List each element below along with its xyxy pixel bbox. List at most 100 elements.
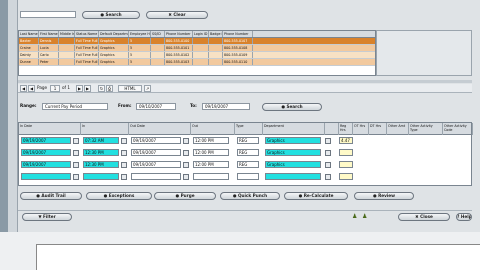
- employee-col-header[interactable]: Status Name: [75, 31, 99, 37]
- filter-button[interactable]: ▼ Filter: [22, 213, 72, 221]
- department-input[interactable]: Graphics: [265, 149, 321, 156]
- in-date-input[interactable]: 09/19/2007: [21, 149, 71, 156]
- export-format-select[interactable]: HTML: [118, 85, 142, 92]
- in-date-input[interactable]: 09/19/2007: [21, 137, 71, 144]
- in-time-input[interactable]: 07:32 AM: [83, 137, 119, 144]
- quick-punch-button[interactable]: ● Quick Punch: [220, 192, 280, 200]
- in-time-input[interactable]: 12:30 PM: [83, 149, 119, 156]
- prev-page-button[interactable]: ◀: [28, 85, 35, 92]
- in-time-input[interactable]: 12:30 PM: [83, 161, 119, 168]
- employee-cell: 5: [129, 59, 151, 65]
- review-button[interactable]: ● Review: [354, 192, 414, 200]
- out-date-input[interactable]: 09/19/2007: [131, 149, 181, 156]
- punch-col-header[interactable]: Other Amt: [387, 123, 409, 135]
- employee-cell: 800-555-0102: [165, 52, 193, 58]
- filter-search-button[interactable]: ● Search: [262, 103, 322, 111]
- out-time-input[interactable]: 12:00 PM: [193, 149, 229, 156]
- in-date-input[interactable]: 09/19/2007: [21, 161, 71, 168]
- punch-col-header[interactable]: Other Activity Type: [409, 123, 443, 135]
- punch-type-select[interactable]: REG: [237, 149, 259, 156]
- employee-row[interactable]: CraineLucia Full Time Full TimeGraphics5 8…: [19, 45, 375, 52]
- punch-type-select[interactable]: [237, 173, 259, 180]
- lookup-icon[interactable]: [325, 149, 331, 156]
- department-input[interactable]: Graphics: [265, 161, 321, 168]
- calendar-icon[interactable]: [73, 173, 79, 180]
- next-page-button[interactable]: ▶: [76, 85, 83, 92]
- refresh-icon[interactable]: ↻: [98, 85, 105, 92]
- punch-col-header[interactable]: OT Hrs: [353, 123, 369, 135]
- calendar-icon[interactable]: [183, 149, 189, 156]
- out-date-input[interactable]: [131, 173, 181, 180]
- employee-col-header[interactable]: Badge ID: [209, 31, 223, 37]
- employee-col-header[interactable]: Login ID: [193, 31, 209, 37]
- calendar-icon[interactable]: [183, 161, 189, 168]
- out-time-input[interactable]: 12:00 PM: [193, 161, 229, 168]
- punch-col-header[interactable]: Other Activity Code: [443, 123, 473, 135]
- out-time-input[interactable]: 12:00 PM: [193, 137, 229, 144]
- range-select[interactable]: Current Pay Period: [42, 103, 108, 110]
- punch-col-header[interactable]: Type: [235, 123, 263, 135]
- last-page-button[interactable]: ▶: [84, 85, 91, 92]
- purge-button[interactable]: ● Purge: [154, 192, 216, 200]
- punch-col-header[interactable]: In Date: [19, 123, 81, 135]
- page-of-label: of 1: [62, 85, 71, 90]
- employee-col-header[interactable]: Phone Number: [223, 31, 253, 37]
- recalculate-button[interactable]: ● Re-Calculate: [284, 192, 348, 200]
- calendar-icon[interactable]: [183, 137, 189, 144]
- from-date-input[interactable]: 09/10/2007: [136, 103, 176, 110]
- to-date-input[interactable]: 09/19/2007: [202, 103, 250, 110]
- out-date-input[interactable]: 09/19/2007: [131, 161, 181, 168]
- punch-col-header[interactable]: Reg Hrs: [339, 123, 353, 135]
- punch-type-select[interactable]: REG: [237, 137, 259, 144]
- out-time-input[interactable]: [193, 173, 229, 180]
- employee-col-header[interactable]: SS/ID: [151, 31, 165, 37]
- employee-row[interactable]: BaxterDennis Full Time Full TimeGraphics5…: [19, 38, 375, 45]
- lookup-icon[interactable]: [325, 137, 331, 144]
- employee-col-header[interactable]: Middle Initial: [59, 31, 75, 37]
- employee-col-header[interactable]: Phone Number: [165, 31, 193, 37]
- employee-row[interactable]: DaintyCarlo Full Time Full TimeGraphics5 8…: [19, 52, 375, 59]
- calendar-icon[interactable]: [73, 137, 79, 144]
- print-icon[interactable]: ⎙: [106, 85, 113, 92]
- search-button[interactable]: ● Search: [82, 11, 140, 19]
- calendar-icon[interactable]: [73, 149, 79, 156]
- in-time-input[interactable]: [83, 173, 119, 180]
- out-date-input[interactable]: 09/19/2007: [131, 137, 181, 144]
- department-input[interactable]: [265, 173, 321, 180]
- punch-col-header[interactable]: Out: [191, 123, 235, 135]
- export-icon[interactable]: ↗: [144, 85, 151, 92]
- employee-col-header[interactable]: Employee Ho: [129, 31, 151, 37]
- close-button[interactable]: ✖ Close: [398, 213, 450, 221]
- employee-row[interactable]: DunnePeter Full Time Full TimeGraphics5 80…: [19, 59, 375, 66]
- help-button[interactable]: ? Help: [456, 213, 472, 221]
- department-input[interactable]: Graphics: [265, 137, 321, 144]
- page-input[interactable]: 1: [50, 85, 60, 92]
- calendar-icon[interactable]: [183, 173, 189, 180]
- punch-col-header[interactable]: DT Hrs: [369, 123, 387, 135]
- punch-col-header[interactable]: Out Date: [129, 123, 191, 135]
- clear-button[interactable]: ✖ Clear: [146, 11, 208, 19]
- clock-icon[interactable]: [121, 161, 127, 168]
- employee-cell: [59, 52, 75, 58]
- lookup-icon[interactable]: [325, 161, 331, 168]
- calendar-icon[interactable]: [73, 161, 79, 168]
- clock-icon[interactable]: [121, 173, 127, 180]
- first-page-button[interactable]: ◀: [20, 85, 27, 92]
- splitter[interactable]: [18, 80, 472, 83]
- punch-col-header[interactable]: In: [81, 123, 129, 135]
- punch-col-header[interactable]: Department: [263, 123, 325, 135]
- punch-col-header[interactable]: [325, 123, 339, 135]
- user-icon: ♟: [352, 213, 358, 220]
- exceptions-button[interactable]: ● Exceptions: [86, 192, 152, 200]
- employee-col-header[interactable]: Last Name: [19, 31, 39, 37]
- lookup-icon[interactable]: [325, 173, 331, 180]
- in-date-input[interactable]: [21, 173, 71, 180]
- left-scrollbar[interactable]: [8, 0, 18, 232]
- search-input[interactable]: [20, 11, 76, 18]
- clock-icon[interactable]: [121, 137, 127, 144]
- clock-icon[interactable]: [121, 149, 127, 156]
- audit-trail-button[interactable]: ● Audit Trail: [20, 192, 82, 200]
- employee-col-header[interactable]: Default Departmen: [99, 31, 129, 37]
- punch-type-select[interactable]: REG: [237, 161, 259, 168]
- employee-col-header[interactable]: First Name: [39, 31, 59, 37]
